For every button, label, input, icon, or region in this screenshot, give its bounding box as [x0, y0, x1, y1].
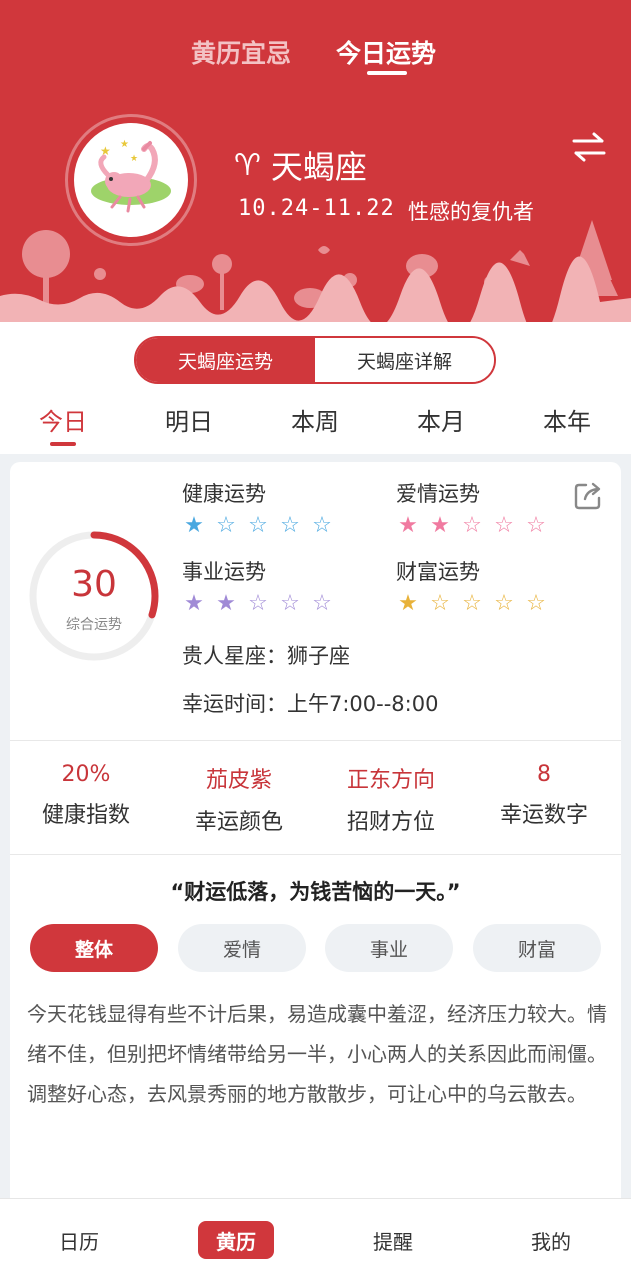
stat-value: 茄皮紫: [205, 768, 272, 793]
health-fortune-label: 健康运势: [182, 482, 266, 506]
svg-text:★: ★: [130, 154, 138, 164]
aries-glyph-icon: ♈: [234, 147, 261, 183]
stat-value: 8: [537, 762, 551, 787]
star-empty-icon: ☆: [280, 591, 300, 616]
star-empty-icon: ☆: [312, 591, 332, 616]
star-filled-icon: ★: [430, 513, 450, 538]
stat-label: 招财方位: [346, 810, 435, 835]
score-value: 30: [71, 564, 117, 605]
star-filled-icon: ★: [398, 513, 418, 538]
tab-today-fortune[interactable]: 今日运势: [336, 34, 436, 70]
star-empty-icon: ☆: [312, 513, 332, 538]
star-empty-icon: ☆: [494, 591, 514, 616]
tab-almanac[interactable]: 黄历宜忌: [191, 34, 291, 70]
health-stars: ★ ☆ ☆ ☆ ☆: [182, 514, 334, 538]
period-tabs: 今日 明日 本周 本月 本年: [0, 402, 631, 450]
period-tab-underline: [50, 442, 76, 446]
stat-label: 幸运数字: [499, 803, 588, 828]
star-filled-icon: ★: [398, 591, 418, 616]
stat-value: 正东方向: [346, 768, 435, 793]
tab-love[interactable]: 爱情: [178, 924, 306, 972]
tab-week[interactable]: 本周: [265, 402, 365, 437]
career-fortune-label: 事业运势: [182, 560, 266, 584]
lucky-time: 幸运时间：上午7:00--8:00: [182, 692, 439, 716]
bottom-nav: 日历 黄历 提醒 我的: [0, 1198, 631, 1280]
tab-underline: [367, 71, 407, 75]
star-filled-icon: ★: [184, 591, 204, 616]
share-icon[interactable]: [572, 480, 604, 512]
tab-overall[interactable]: 整体: [30, 924, 158, 972]
svg-text:★: ★: [120, 139, 129, 150]
divider: [10, 740, 621, 741]
career-stars: ★ ★ ☆ ☆ ☆: [182, 592, 334, 616]
stat-lucky-color: 茄皮紫 幸运颜色: [163, 762, 315, 836]
star-empty-icon: ☆: [248, 591, 268, 616]
stat-wealth-direction: 正东方向 招财方位: [315, 762, 467, 836]
divider: [10, 854, 621, 855]
love-fortune-label: 爱情运势: [396, 482, 480, 506]
nav-calendar[interactable]: 日历: [44, 1221, 114, 1259]
star-empty-icon: ☆: [462, 591, 482, 616]
content-area: 天蝎座运势 天蝎座详解 今日 明日 本周 本月 本年: [0, 322, 631, 454]
wealth-stars: ★ ☆ ☆ ☆ ☆: [396, 592, 548, 616]
tab-year[interactable]: 本年: [517, 402, 617, 437]
stat-lucky-number: 8 幸运数字: [468, 762, 620, 829]
nav-almanac[interactable]: 黄历: [198, 1221, 274, 1259]
tab-tomorrow[interactable]: 明日: [139, 402, 239, 437]
star-empty-icon: ☆: [280, 513, 300, 538]
star-empty-icon: ☆: [248, 513, 268, 538]
sign-title: ♈ 天蝎座: [234, 142, 367, 188]
wealth-fortune-label: 财富运势: [396, 560, 480, 584]
star-filled-icon: ★: [184, 513, 204, 538]
fortune-description: 今天花钱显得有些不计后果，易造成囊中羞涩，经济压力较大。情绪不佳，但别把坏情绪带…: [27, 1002, 607, 1106]
noble-sign: 贵人星座：狮子座: [182, 644, 350, 668]
tab-wealth[interactable]: 财富: [473, 924, 601, 972]
stat-health-index: 20% 健康指数: [10, 762, 162, 829]
fortune-card: 30 综合运势 健康运势 ★ ☆ ☆ ☆ ☆ 爱情运势 ★ ★ ☆ ☆ ☆ 事业运势 ★ ★ ☆ ☆ ☆…: [10, 462, 621, 1222]
tab-today[interactable]: 今日: [13, 402, 113, 437]
star-empty-icon: ☆: [526, 591, 546, 616]
stat-value: 20%: [61, 762, 111, 787]
star-empty-icon: ☆: [216, 513, 236, 538]
score-label: 综合运势: [66, 617, 122, 633]
score-gauge: 30 综合运势: [28, 530, 160, 662]
scenery-decoration: [0, 220, 631, 322]
stat-label: 幸运颜色: [194, 810, 283, 835]
segment-control: 天蝎座运势 天蝎座详解: [134, 336, 496, 384]
love-stars: ★ ★ ☆ ☆ ☆: [396, 514, 548, 538]
segment-detail[interactable]: 天蝎座详解: [315, 338, 494, 382]
tab-month[interactable]: 本月: [391, 402, 491, 437]
nav-reminder[interactable]: 提醒: [358, 1221, 428, 1259]
star-filled-icon: ★: [216, 591, 236, 616]
switch-arrows-icon[interactable]: [570, 130, 608, 164]
sign-name: 天蝎座: [270, 148, 367, 186]
tab-career[interactable]: 事业: [325, 924, 453, 972]
svg-text:★: ★: [100, 144, 111, 158]
star-empty-icon: ☆: [462, 513, 482, 538]
star-empty-icon: ☆: [494, 513, 514, 538]
segment-fortune[interactable]: 天蝎座运势: [136, 338, 315, 382]
star-empty-icon: ☆: [526, 513, 546, 538]
stat-label: 健康指数: [41, 803, 130, 828]
header: 黄历宜忌 今日运势 ★ ★ ★ ♈ 天蝎座 10.24-11.22 性感的复仇者: [0, 0, 631, 322]
nav-mine[interactable]: 我的: [516, 1221, 586, 1259]
daily-quote: “财运低落，为钱苦恼的一天。”: [170, 880, 461, 904]
star-empty-icon: ☆: [430, 591, 450, 616]
